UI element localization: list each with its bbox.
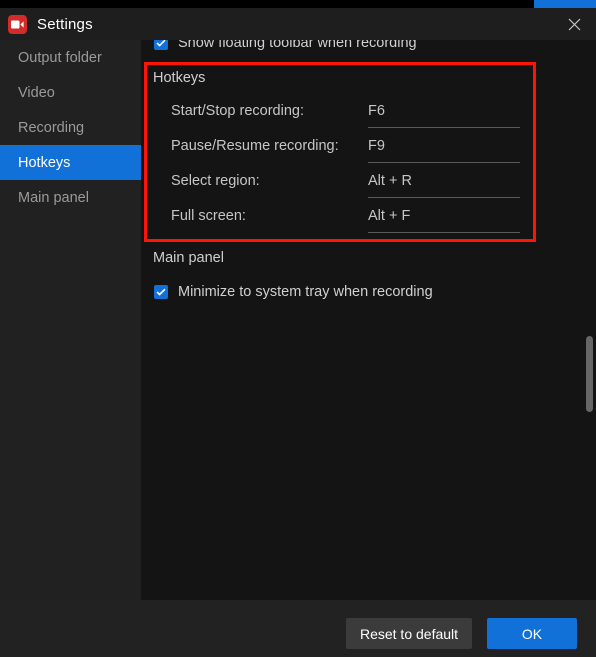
- reset-to-default-button[interactable]: Reset to default: [346, 618, 472, 649]
- settings-window: Settings Output folder Video Recording H…: [0, 0, 596, 657]
- show-floating-toolbar-label: Show floating toolbar when recording: [178, 40, 417, 51]
- hotkey-input-start-stop-recording[interactable]: [368, 103, 520, 119]
- hotkey-row-start-stop-recording: Start/Stop recording:: [141, 100, 596, 135]
- hotkey-row-pause-resume-recording: Pause/Resume recording:: [141, 135, 596, 170]
- hotkeys-list: Start/Stop recording: Pause/Resume recor…: [141, 100, 596, 240]
- hotkey-row-full-screen: Full screen:: [141, 205, 596, 240]
- minimize-to-tray-row[interactable]: Minimize to system tray when recording: [154, 284, 433, 300]
- sidebar-item-label: Hotkeys: [18, 154, 71, 171]
- hotkey-field[interactable]: [368, 100, 520, 128]
- minimize-to-tray-label: Minimize to system tray when recording: [178, 284, 433, 300]
- hotkey-label: Pause/Resume recording:: [171, 138, 339, 154]
- settings-content-panel: Show floating toolbar when recording Hot…: [141, 40, 596, 600]
- dialog-footer: Reset to default OK: [0, 600, 596, 657]
- main-panel-section-title: Main panel: [153, 250, 224, 266]
- hotkey-input-select-region[interactable]: [368, 173, 520, 189]
- hotkey-label: Select region:: [171, 173, 260, 189]
- hotkey-row-select-region: Select region:: [141, 170, 596, 205]
- hotkey-field[interactable]: [368, 170, 520, 198]
- checkbox-checked-icon[interactable]: [154, 40, 168, 50]
- sidebar-item-recording[interactable]: Recording: [0, 110, 141, 145]
- sidebar-item-label: Main panel: [18, 189, 89, 206]
- sidebar: Output folder Video Recording Hotkeys Ma…: [0, 40, 141, 600]
- sidebar-item-video[interactable]: Video: [0, 75, 141, 110]
- hotkey-field[interactable]: [368, 135, 520, 163]
- close-icon[interactable]: [552, 8, 596, 40]
- sidebar-item-main-panel[interactable]: Main panel: [0, 180, 141, 215]
- content-scrollbar[interactable]: [583, 40, 596, 600]
- hotkey-field[interactable]: [368, 205, 520, 233]
- sidebar-item-hotkeys[interactable]: Hotkeys: [0, 145, 141, 180]
- sidebar-item-output-folder[interactable]: Output folder: [0, 40, 141, 75]
- window-title: Settings: [37, 15, 93, 33]
- video-camera-icon: [8, 14, 27, 34]
- title-bar: Settings: [0, 8, 596, 40]
- scrollbar-thumb[interactable]: [586, 336, 593, 412]
- hotkeys-section-title: Hotkeys: [153, 70, 206, 86]
- show-floating-toolbar-row[interactable]: Show floating toolbar when recording: [154, 40, 417, 54]
- sidebar-item-label: Recording: [18, 119, 85, 136]
- hotkey-input-full-screen[interactable]: [368, 208, 520, 224]
- hotkey-label: Start/Stop recording:: [171, 103, 304, 119]
- ok-button[interactable]: OK: [487, 618, 577, 649]
- sidebar-item-label: Output folder: [18, 49, 102, 66]
- hotkey-label: Full screen:: [171, 208, 246, 224]
- hotkey-input-pause-resume-recording[interactable]: [368, 138, 520, 154]
- sidebar-item-label: Video: [18, 84, 55, 101]
- checkbox-checked-icon[interactable]: [154, 285, 168, 299]
